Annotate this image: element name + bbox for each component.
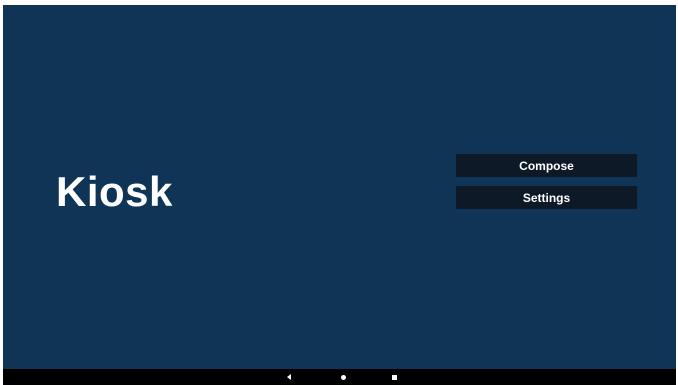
back-button[interactable]	[279, 369, 299, 385]
recents-button[interactable]	[384, 369, 404, 385]
recents-icon	[391, 374, 397, 380]
compose-button[interactable]: Compose	[456, 154, 637, 177]
kiosk-screen: Kiosk Compose Settings	[3, 5, 676, 385]
back-icon	[287, 374, 291, 380]
home-icon	[340, 374, 346, 380]
home-button[interactable]	[333, 369, 353, 385]
app-title: Kiosk	[56, 168, 173, 215]
system-navigation-bar	[3, 369, 676, 385]
settings-button[interactable]: Settings	[456, 186, 637, 209]
